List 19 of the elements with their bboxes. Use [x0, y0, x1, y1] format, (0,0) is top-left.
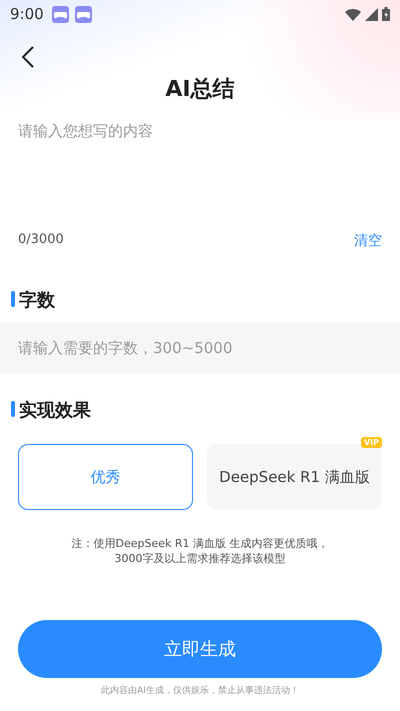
vip-badge: VIP	[360, 437, 382, 448]
option-card[interactable]: DeepSeek R1 满血版	[207, 444, 382, 510]
gamepad-icon	[74, 6, 92, 22]
content-input[interactable]: 请输入您想写的内容	[18, 122, 382, 226]
gamepad-icon	[52, 6, 69, 22]
clear-button[interactable]: 清空	[354, 232, 382, 250]
word-count-field[interactable]: 请输入需要的字数，300~5000	[0, 322, 400, 374]
option-card[interactable]: 优秀	[18, 444, 193, 510]
status-time: 9:00	[10, 5, 44, 23]
character-counter: 0/3000	[18, 232, 64, 249]
signal-icon	[365, 8, 378, 20]
battery-icon	[382, 7, 390, 21]
section-heading: 字数	[0, 288, 400, 312]
model-note: 注：使用DeepSeek R1 满血版 生成内容更优质哦， 3000字及以上需求推荐选择该模型	[70, 536, 330, 566]
disclaimer: 此内容由AI生成，仅供娱乐，禁止从事违法活动！	[100, 684, 300, 697]
generate-button[interactable]: 立即生成	[18, 620, 382, 678]
wifi-icon	[345, 8, 361, 20]
page-title: AI总结	[165, 76, 235, 104]
section-heading: 实现效果	[0, 398, 400, 422]
